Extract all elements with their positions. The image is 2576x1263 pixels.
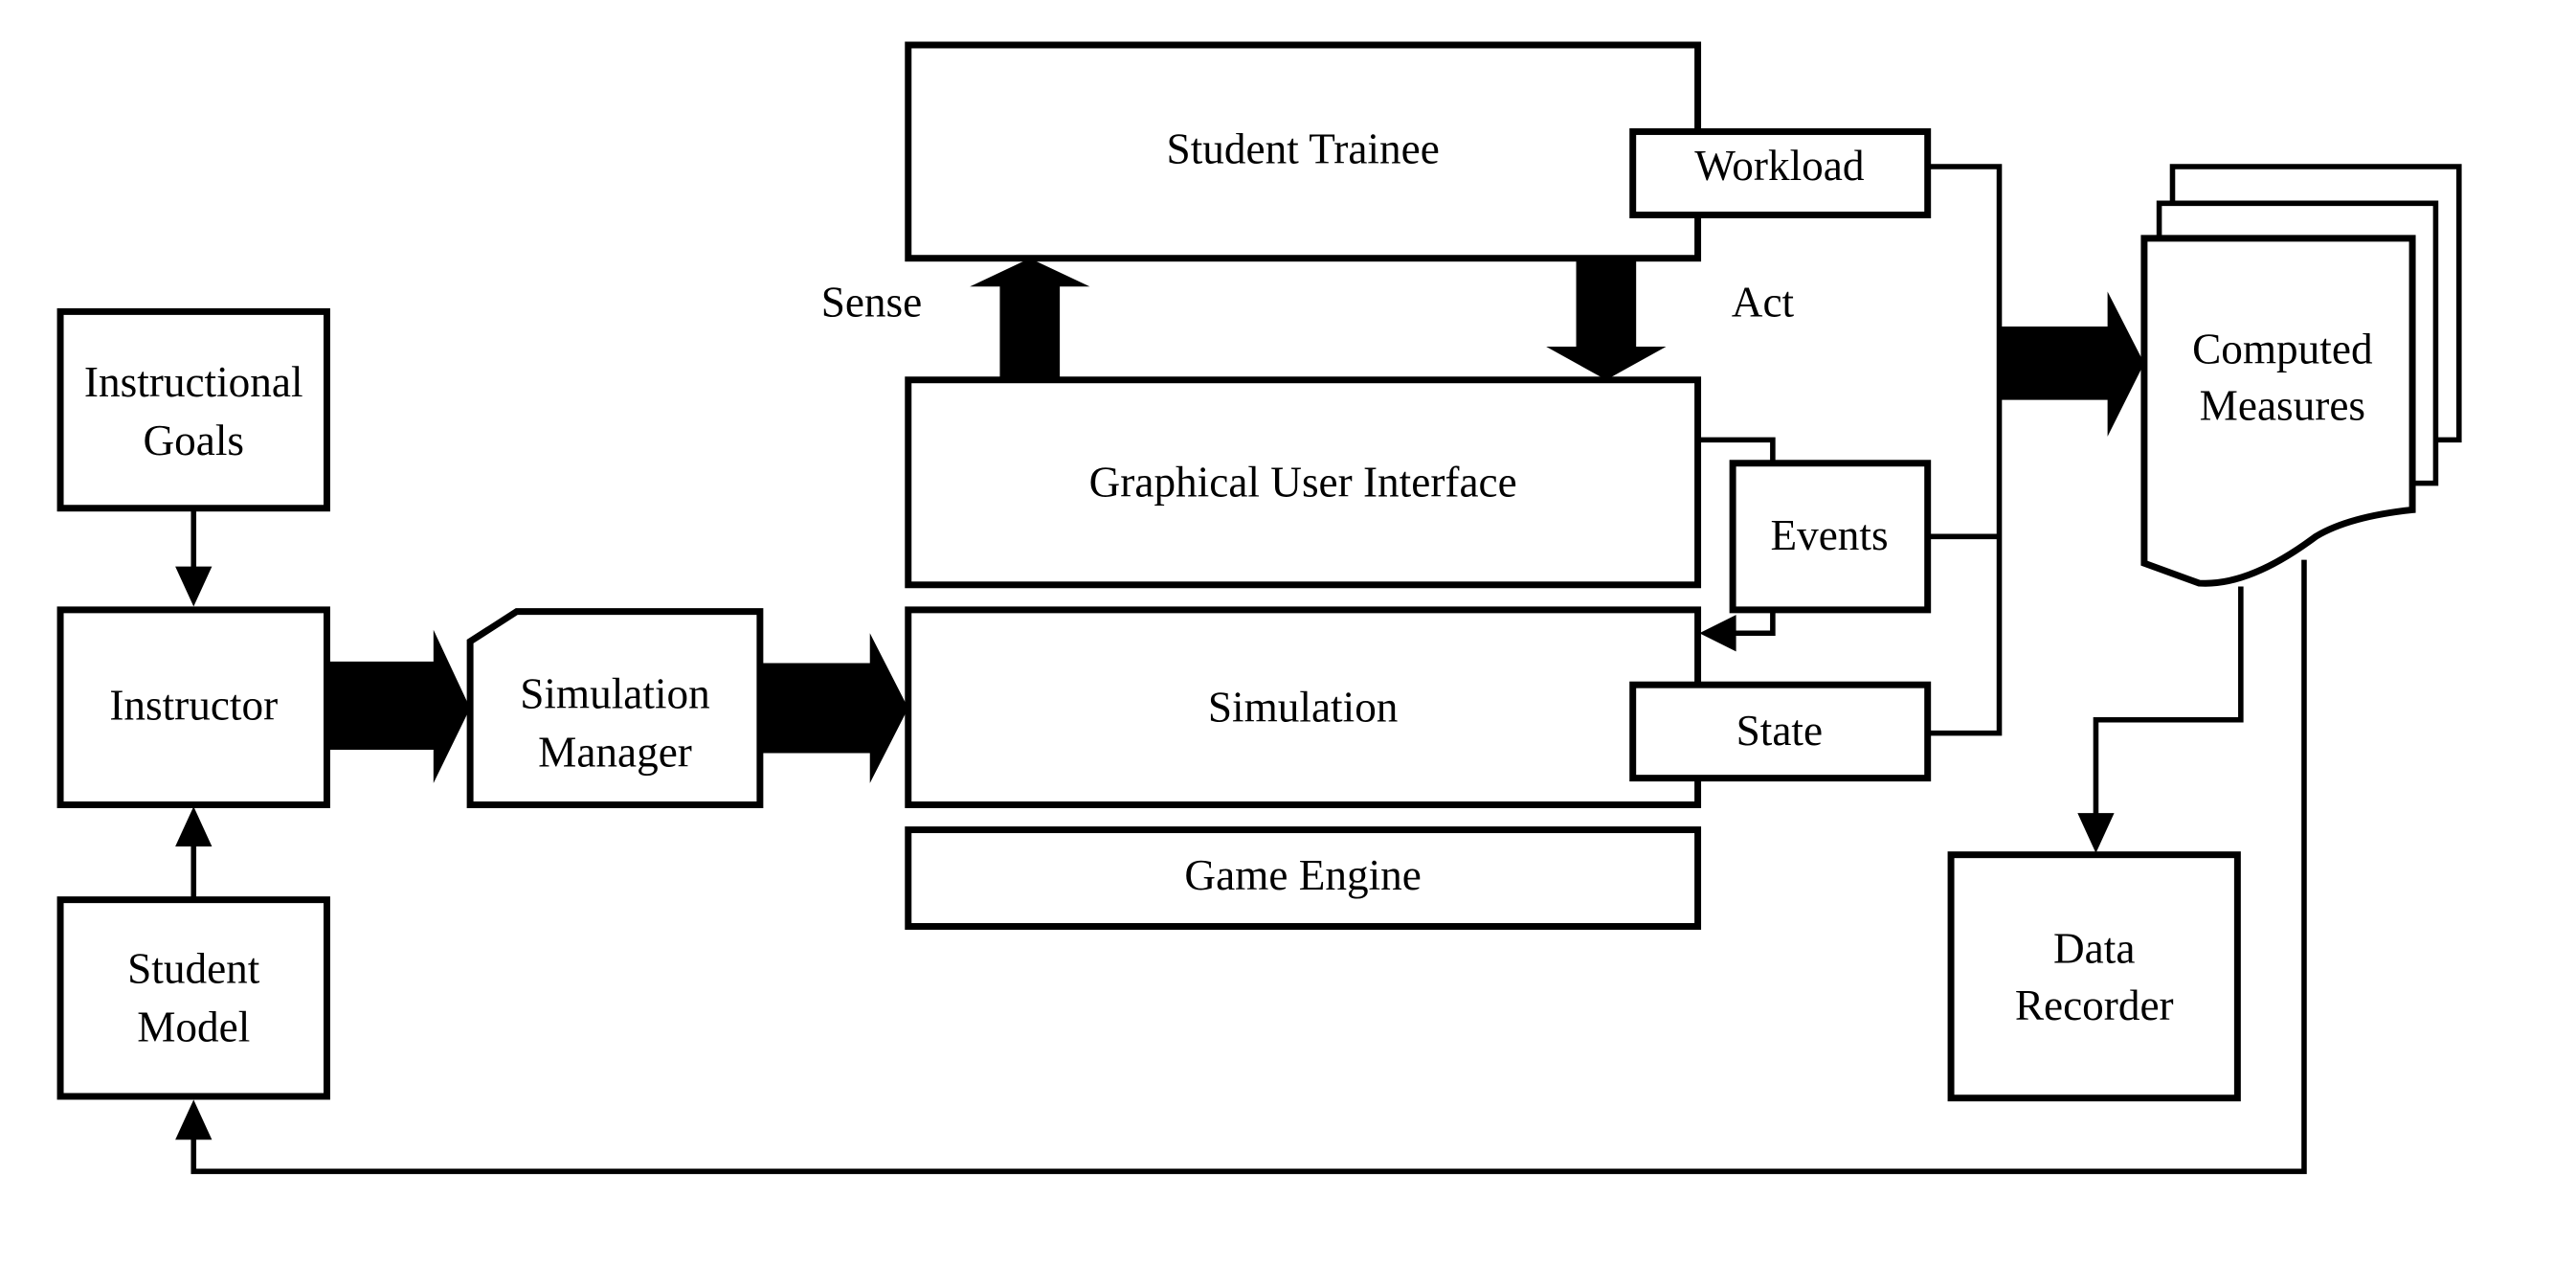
node-workload-label: Workload xyxy=(1694,142,1865,190)
node-instructor: Instructor xyxy=(56,606,330,808)
node-state: State xyxy=(1629,681,1932,782)
node-data-recorder-label-1: Data xyxy=(2053,925,2135,973)
node-events: Events xyxy=(1729,460,1932,614)
node-student-model-label-2: Model xyxy=(137,1004,250,1051)
node-data-recorder-label-2: Recorder xyxy=(2015,981,2174,1029)
block-arrow-sim-manager-to-simulation xyxy=(759,633,908,783)
node-simulation: Simulation xyxy=(905,606,1702,808)
node-computed-measures-label-2: Measures xyxy=(2200,381,2365,429)
node-computed-measures-label-1: Computed xyxy=(2192,325,2373,372)
node-instructional-goals-label-1: Instructional xyxy=(84,358,303,406)
arrow-student-model-to-instructor xyxy=(175,806,213,900)
node-student-model-label-1: Student xyxy=(127,945,260,993)
node-student-trainee: Student Trainee xyxy=(905,41,1702,262)
edge-label-act: Act xyxy=(1732,279,1795,327)
node-state-label: State xyxy=(1736,707,1823,755)
node-simulation-manager-label-2: Manager xyxy=(538,728,692,776)
node-student-model: Student Model xyxy=(56,896,330,1100)
node-instructional-goals-label-2: Goals xyxy=(143,417,244,464)
node-simulation-manager-label-1: Simulation xyxy=(520,669,710,717)
node-workload: Workload xyxy=(1629,127,1932,218)
node-simulation-manager: Simulation Manager xyxy=(466,608,764,808)
block-arrow-act xyxy=(1546,258,1667,380)
node-student-trainee-label: Student Trainee xyxy=(1167,124,1440,172)
measure-collector-lines xyxy=(1927,164,2003,736)
node-instructor-label: Instructor xyxy=(109,682,278,730)
system-architecture-diagram: Instructional Goals Instructor Student M… xyxy=(56,41,2462,1175)
block-arrow-sense xyxy=(970,258,1090,380)
node-game-engine-label: Game Engine xyxy=(1184,851,1421,899)
node-instructional-goals: Instructional Goals xyxy=(56,307,330,512)
node-graphical-user-interface: Graphical User Interface xyxy=(905,376,1702,589)
node-computed-measures: Computed Measures xyxy=(2140,164,2462,587)
node-game-engine: Game Engine xyxy=(905,826,1702,930)
block-arrow-instructor-to-sim-manager xyxy=(326,629,471,783)
edge-label-sense: Sense xyxy=(821,279,923,327)
node-events-label: Events xyxy=(1770,511,1888,559)
arrow-measures-to-data-recorder xyxy=(2077,586,2244,853)
node-gui-label: Graphical User Interface xyxy=(1089,458,1517,506)
block-arrow-to-computed-measures xyxy=(1999,291,2144,437)
arrow-goals-to-instructor xyxy=(175,507,213,607)
node-data-recorder: Data Recorder xyxy=(1947,851,2241,1102)
node-simulation-label: Simulation xyxy=(1208,683,1399,731)
